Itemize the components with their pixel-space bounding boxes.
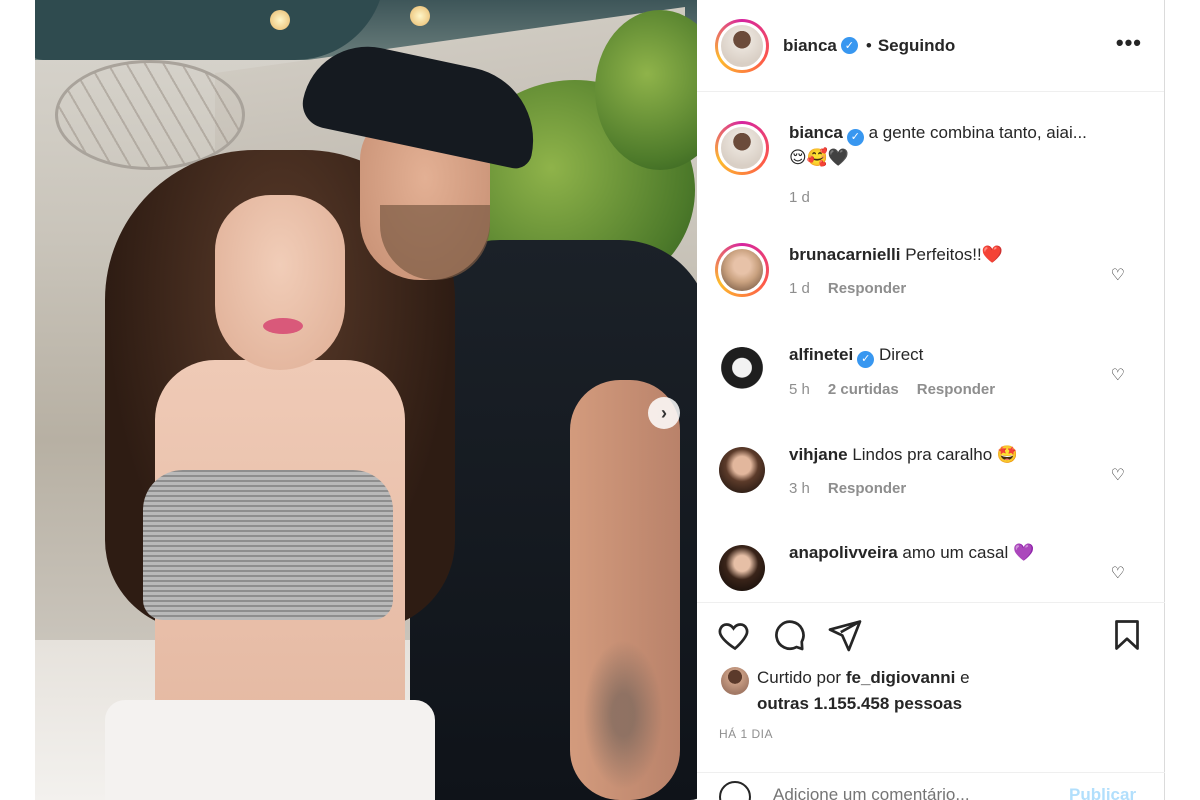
reply-button[interactable]: Responder [828, 280, 906, 297]
photo-woman-lips [263, 318, 303, 334]
comment-item: anapolivveira amo um casal 💜 ♡ [715, 541, 1155, 595]
comment-age: 5 h [789, 380, 810, 398]
comment-input[interactable] [773, 785, 1053, 800]
caption-text: a gente combina tanto, aiai... [868, 123, 1087, 142]
photo-umbrella [35, 0, 385, 60]
reply-button[interactable]: Responder [917, 381, 995, 398]
comment-text: Perfeitos!!❤️ [905, 245, 1003, 264]
comment-age: 1 d [789, 280, 810, 297]
publish-button[interactable]: Publicar [1069, 785, 1136, 800]
photo-lightbulb [410, 6, 430, 26]
photo-lightbulb [270, 10, 290, 30]
heart-icon[interactable] [717, 617, 753, 653]
comment-like-heart-icon[interactable]: ♡ [1111, 365, 1125, 385]
verified-badge-icon: ✓ [846, 128, 864, 146]
post-photo[interactable] [35, 0, 697, 800]
likes-count[interactable]: outras 1.155.458 pessoas [757, 694, 962, 713]
comment-like-heart-icon[interactable]: ♡ [1111, 265, 1125, 285]
photo-woman-skirt [105, 700, 435, 800]
post-side-panel: bianca ✓ • Seguindo ••• bianca ✓ a gente … [697, 0, 1165, 800]
comment-avatar[interactable] [715, 243, 769, 297]
emoji-icon[interactable] [719, 781, 751, 800]
more-options-icon[interactable]: ••• [1116, 30, 1142, 56]
liked-by: Curtido por fe_digiovanni e outras 1.155… [721, 665, 970, 717]
author-username[interactable]: bianca [783, 36, 837, 56]
liked-by-user[interactable]: fe_digiovanni [846, 668, 956, 687]
comment-username[interactable]: brunacarnielli [789, 245, 900, 264]
comment-item: vihjane Lindos pra caralho 🤩 3 h Responde… [715, 443, 1155, 501]
photo-tattoo [583, 640, 663, 790]
comment-username[interactable]: vihjane [789, 445, 848, 464]
author-avatar[interactable] [715, 18, 769, 73]
comment-avatar[interactable] [715, 343, 769, 397]
add-comment-bar: Publicar [697, 772, 1165, 800]
comment-age: 3 h [789, 480, 810, 497]
comment-icon[interactable] [771, 617, 807, 653]
following-button[interactable]: Seguindo [878, 36, 955, 56]
send-icon[interactable] [827, 617, 863, 653]
comment-avatar[interactable] [715, 541, 769, 595]
liked-by-suffix: e [955, 668, 970, 687]
caption-age: 1 d [789, 188, 810, 206]
comment-like-heart-icon[interactable]: ♡ [1111, 563, 1125, 583]
caption-avatar[interactable] [715, 121, 769, 175]
post-header: bianca ✓ • Seguindo ••• [697, 0, 1164, 92]
reply-button[interactable]: Responder [828, 480, 906, 497]
comment-username[interactable]: anapolivveira [789, 543, 898, 562]
post-actions: Curtido por fe_digiovanni e outras 1.155… [697, 602, 1165, 772]
caption: bianca ✓ a gente combina tanto, aiai... 😌… [715, 121, 1155, 210]
comment-item: brunacarnielli Perfeitos!!❤️ 1 d Responde… [715, 243, 1155, 301]
comment-text: amo um casal 💜 [902, 543, 1035, 562]
comment-item: alfinetei ✓ Direct 5 h 2 curtidas Responder… [715, 343, 1155, 402]
header-separator: • [865, 35, 872, 55]
caption-username[interactable]: bianca [789, 123, 843, 142]
photo-satellite-dish [55, 60, 245, 170]
comments-list[interactable]: bianca ✓ a gente combina tanto, aiai... 😌… [697, 93, 1165, 601]
liked-by-avatar[interactable] [721, 667, 749, 695]
comment-username[interactable]: alfinetei [789, 345, 853, 364]
comment-like-heart-icon[interactable]: ♡ [1111, 465, 1125, 485]
photo-woman-top [143, 470, 393, 620]
comment-likes-count[interactable]: 2 curtidas [828, 381, 899, 398]
verified-badge-icon: ✓ [840, 37, 858, 54]
post-timestamp[interactable]: HÁ 1 DIA [719, 727, 773, 741]
caption-emojis: 😌🥰🖤 [789, 147, 850, 167]
comment-text: Direct [878, 345, 924, 364]
carousel-next-button[interactable]: › [648, 397, 680, 429]
bookmark-icon[interactable] [1109, 617, 1145, 653]
verified-badge-icon: ✓ [857, 350, 875, 368]
comment-avatar[interactable] [715, 443, 769, 497]
liked-by-prefix: Curtido por [757, 668, 846, 687]
photo-woman-face [215, 195, 345, 370]
comment-text: Lindos pra caralho 🤩 [852, 445, 1019, 464]
chevron-right-icon: › [661, 402, 667, 423]
